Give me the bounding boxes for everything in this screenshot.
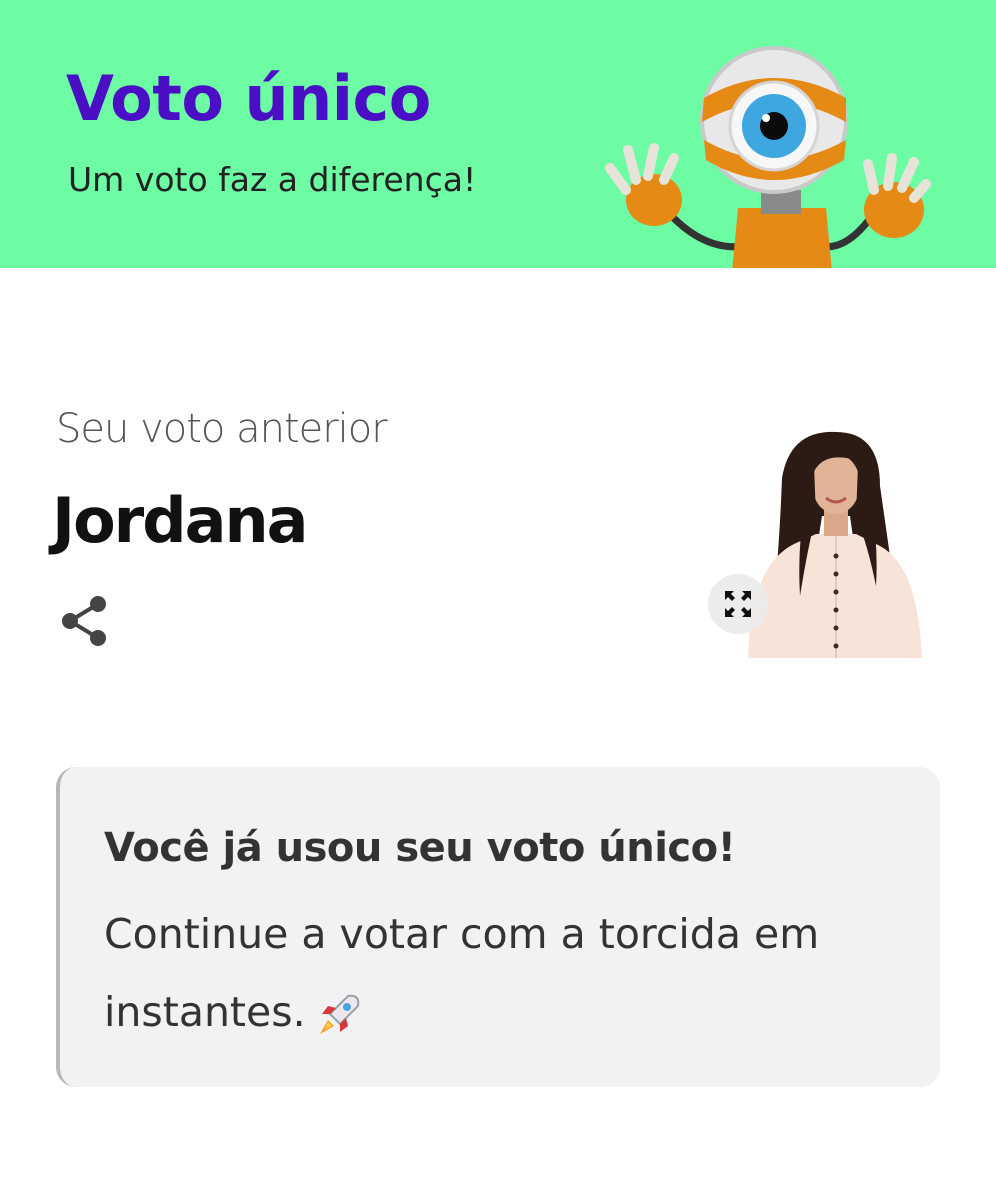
page-title: Voto único (66, 62, 431, 135)
notice-body: Continue a votar com a torcida em instan… (104, 895, 864, 1051)
notice-title: Você já usou seu voto único! (104, 825, 736, 871)
previous-vote-label: Seu voto anterior (56, 406, 388, 452)
header-banner: Voto único Um voto faz a diferença! (0, 0, 996, 268)
notice-body-text: Continue a votar com a torcida em instan… (104, 910, 820, 1036)
previous-vote-name: Jordana (52, 484, 308, 557)
share-icon[interactable] (58, 594, 110, 648)
participant-photo (730, 426, 942, 658)
page-subtitle: Um voto faz a diferença! (68, 160, 477, 199)
rocket-icon (319, 994, 359, 1034)
big-brother-eye-mascot-icon (605, 46, 931, 268)
vote-used-notice: Você já usou seu voto único! Continue a … (56, 767, 940, 1087)
expand-icon[interactable] (708, 574, 768, 634)
